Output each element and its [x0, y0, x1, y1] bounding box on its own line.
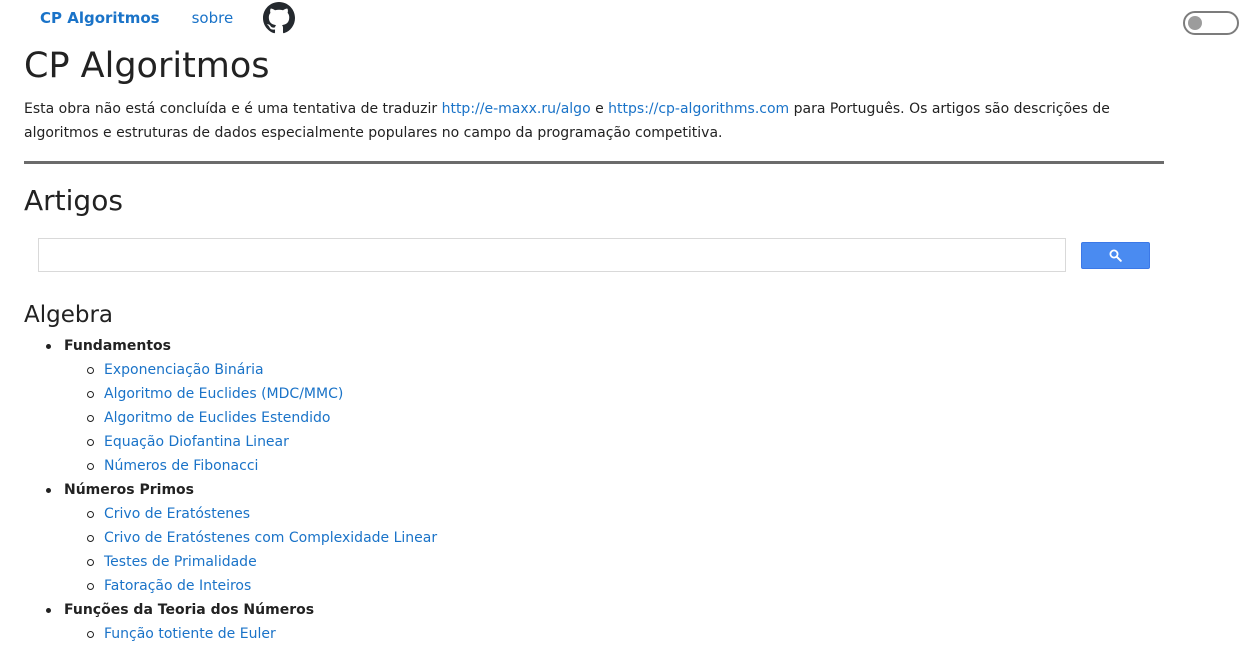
list-item: Algoritmo de Euclides Estendido [64, 406, 1164, 430]
list-item: Crivo de Eratóstenes com Complexidade Li… [64, 526, 1164, 550]
article-link[interactable]: Testes de Primalidade [104, 554, 257, 570]
list-item: Fatoração de Inteiros [64, 574, 1164, 598]
search-input[interactable] [38, 238, 1066, 272]
brand-link[interactable]: CP Algoritmos [40, 9, 160, 27]
toggle-knob [1188, 16, 1202, 30]
intro-text-mid: e [590, 101, 609, 117]
article-link[interactable]: Algoritmo de Euclides (MDC/MMC) [104, 386, 343, 402]
article-link[interactable]: Algoritmo de Euclides Estendido [104, 410, 330, 426]
article-link[interactable]: Exponenciação Binária [104, 362, 264, 378]
group-items: Exponenciação Binária Algoritmo de Eucli… [64, 358, 1164, 478]
article-link[interactable]: Números de Fibonacci [104, 458, 258, 474]
search-button[interactable] [1081, 242, 1150, 269]
divider [24, 161, 1164, 164]
intro-paragraph: Esta obra não está concluída e é uma ten… [24, 97, 1164, 145]
group-items: Crivo de Eratóstenes Crivo de Eratóstene… [64, 502, 1164, 598]
list-item: Função totiente de Euler [64, 622, 1164, 646]
search-icon [1109, 249, 1122, 262]
search-bar [24, 234, 1164, 284]
github-icon[interactable] [263, 2, 296, 34]
page-title: CP Algoritmos [24, 46, 270, 86]
theme-toggle[interactable] [1183, 11, 1239, 35]
main-content: CP Algoritmos Esta obra não está concluí… [24, 40, 1164, 646]
article-link[interactable]: Função totiente de Euler [104, 626, 276, 642]
group-title: Fundamentos [64, 338, 171, 354]
list-item: Algoritmo de Euclides (MDC/MMC) [64, 382, 1164, 406]
article-link[interactable]: Equação Diofantina Linear [104, 434, 289, 450]
list-item: Exponenciação Binária [64, 358, 1164, 382]
list-item: Crivo de Eratóstenes [64, 502, 1164, 526]
group-title: Números Primos [64, 482, 194, 498]
article-link[interactable]: Crivo de Eratóstenes [104, 506, 250, 522]
algebra-groups: Fundamentos Exponenciação Binária Algori… [24, 334, 1164, 646]
group-title: Funções da Teoria dos Números [64, 602, 315, 618]
group-funcoes-teoria-numeros: Funções da Teoria dos Números Função tot… [24, 598, 1164, 646]
group-numeros-primos: Números Primos Crivo de Eratóstenes Criv… [24, 478, 1164, 598]
list-item: Números de Fibonacci [64, 454, 1164, 478]
articles-heading: Artigos [24, 184, 123, 217]
top-navbar: CP Algoritmos sobre [40, 0, 296, 36]
emaxx-link[interactable]: http://e-maxx.ru/algo [442, 101, 591, 117]
list-item: Equação Diofantina Linear [64, 430, 1164, 454]
cp-algorithms-link[interactable]: https://cp-algorithms.com [608, 101, 789, 117]
article-link[interactable]: Crivo de Eratóstenes com Complexidade Li… [104, 530, 437, 546]
nav-about-link[interactable]: sobre [192, 9, 234, 27]
article-link[interactable]: Fatoração de Inteiros [104, 578, 251, 594]
group-fundamentos: Fundamentos Exponenciação Binária Algori… [24, 334, 1164, 478]
list-item: Testes de Primalidade [64, 550, 1164, 574]
intro-text-start: Esta obra não está concluída e é uma ten… [24, 101, 442, 117]
group-items: Função totiente de Euler [64, 622, 1164, 646]
category-algebra-heading: Algebra [24, 302, 114, 328]
